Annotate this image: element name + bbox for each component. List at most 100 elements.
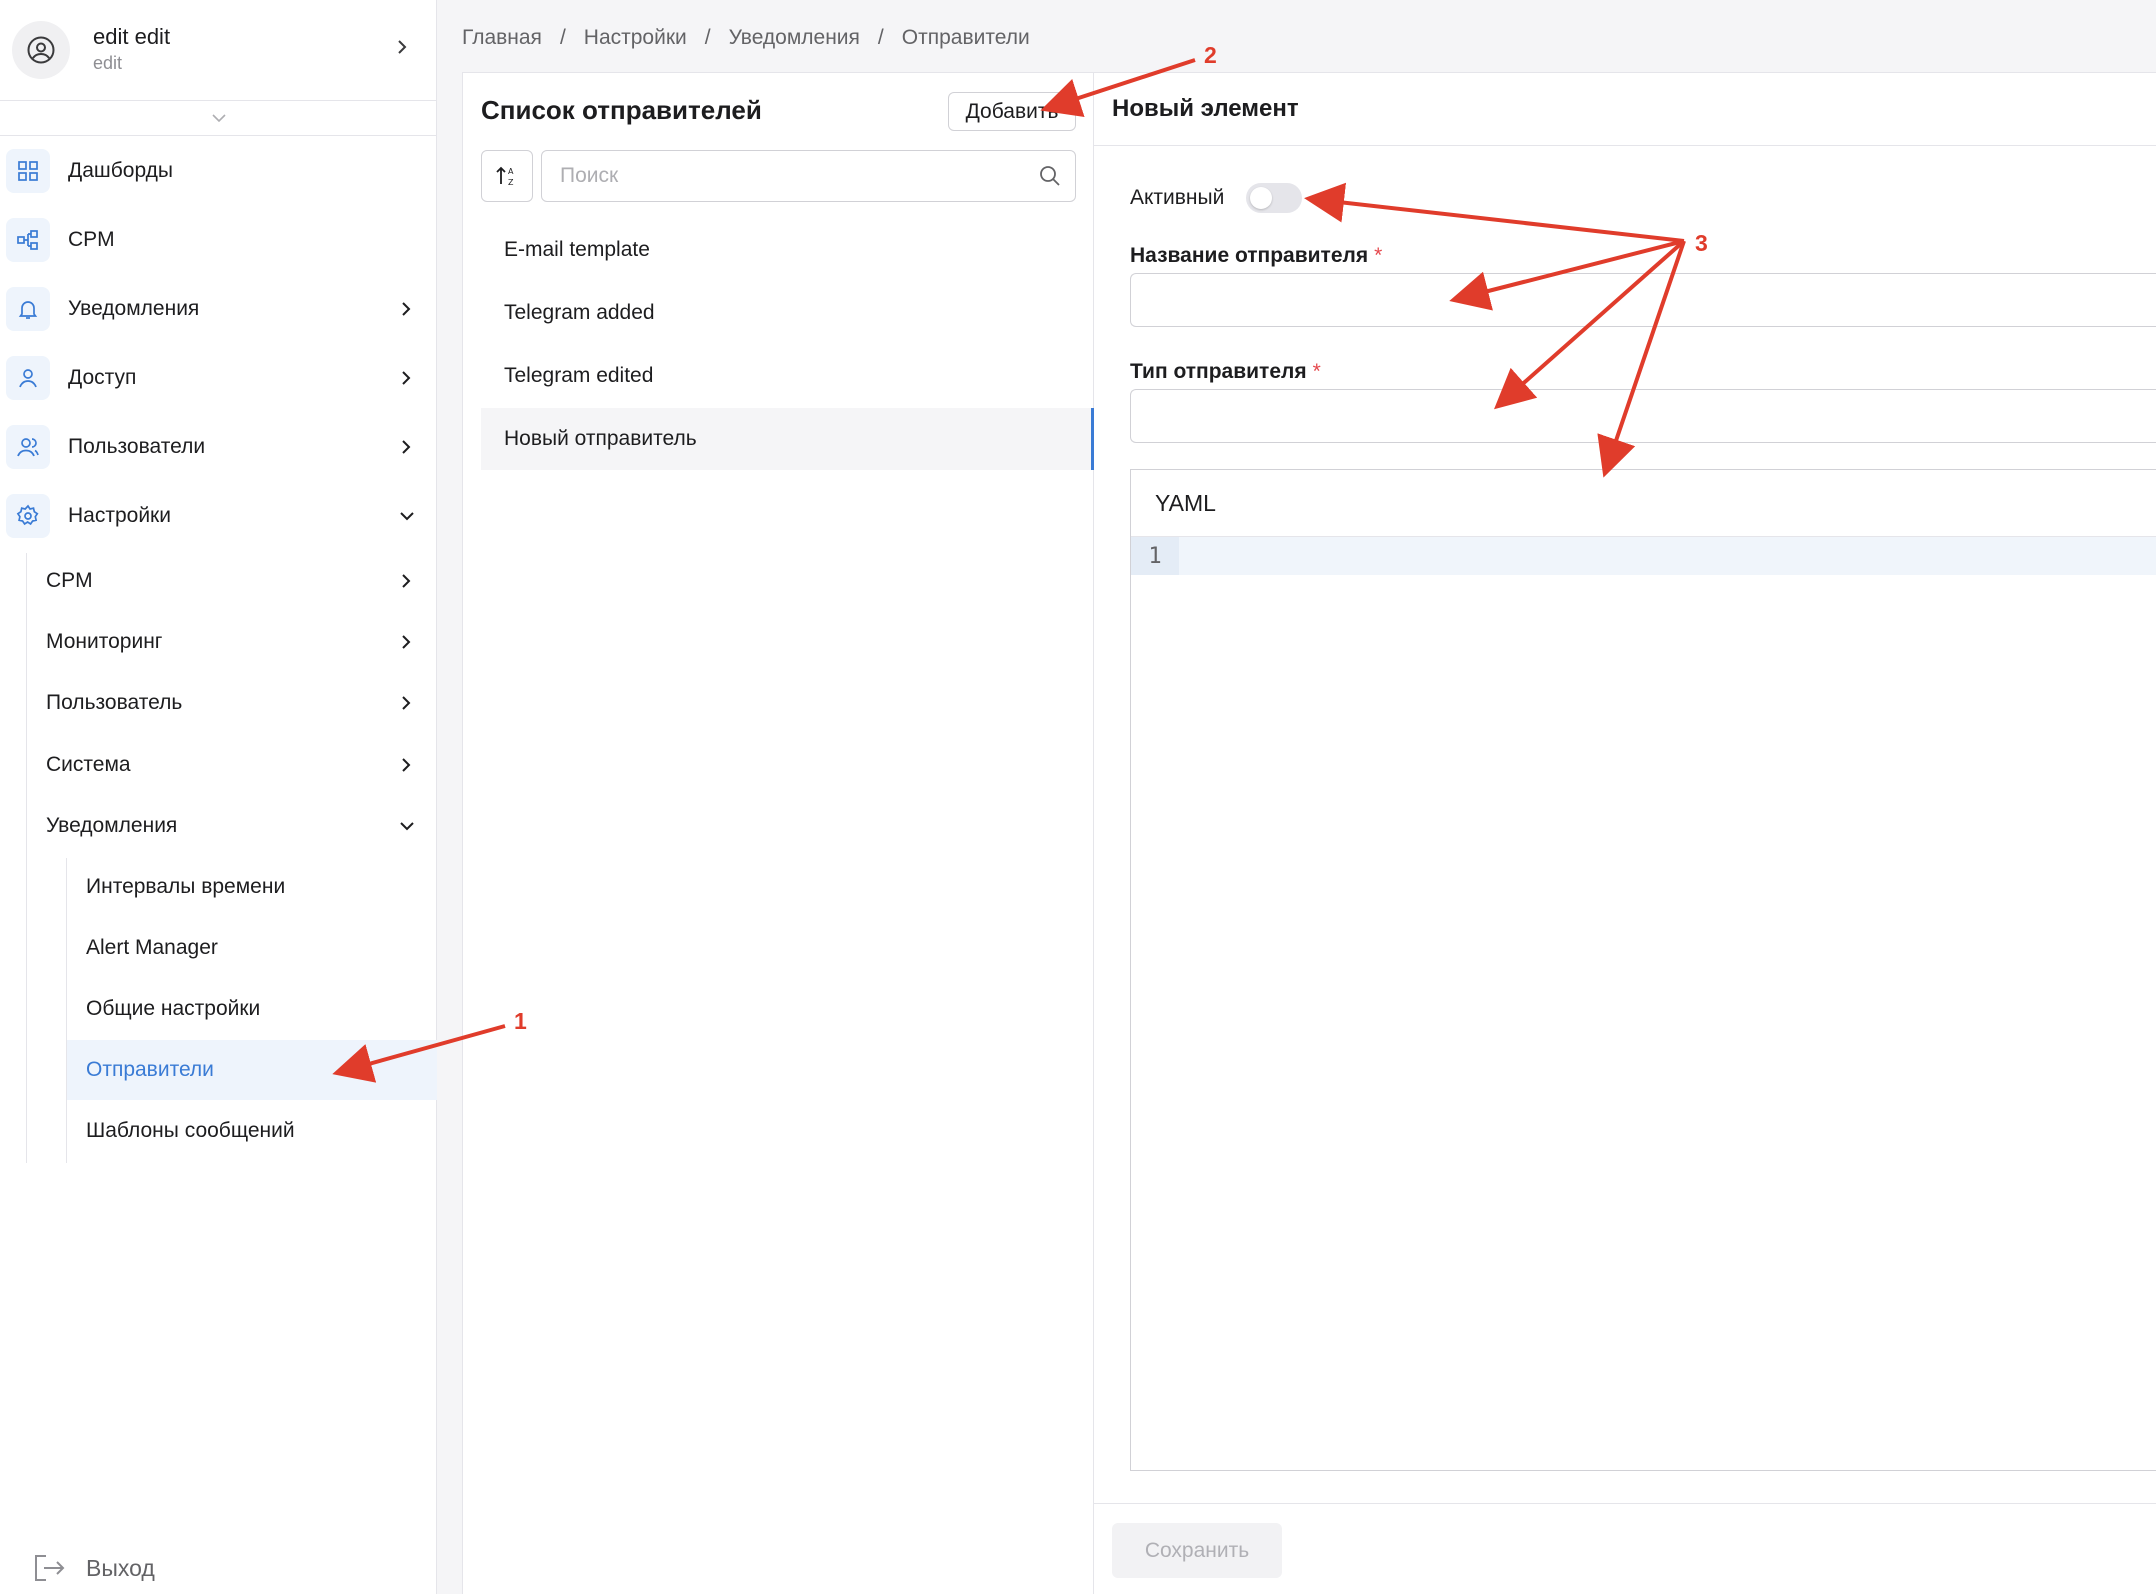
chevron-right-icon [402, 635, 411, 649]
sidebar-item-label: Настройки [68, 504, 171, 527]
list-item-label: E-mail template [504, 238, 650, 261]
avatar [12, 21, 70, 79]
user-icon [6, 356, 50, 400]
breadcrumb-separator: / [559, 26, 566, 49]
annotation-number-3: 3 [1695, 230, 1708, 256]
breadcrumb-separator: / [877, 26, 884, 49]
chevron-right-icon [402, 371, 411, 385]
sender-form-panel: Новый элемент Активный Название отправит… [1094, 72, 2156, 1594]
user-role: edit [93, 53, 123, 73]
list-item-label: Новый отправитель [504, 427, 697, 450]
active-toggle[interactable] [1246, 183, 1302, 213]
line-number: 1 [1131, 537, 1179, 575]
logout-icon [35, 1555, 65, 1581]
sidebar-subitem-message-templates[interactable]: Шаблоны сообщений [67, 1101, 437, 1161]
sidebar-subitem-label: Alert Manager [86, 936, 218, 959]
breadcrumb-item-settings[interactable]: Настройки [584, 26, 687, 50]
sidebar-subitem-user[interactable]: Пользователь [27, 673, 437, 733]
list-item[interactable]: Telegram added [481, 282, 1094, 344]
sidebar-subitem-time-intervals[interactable]: Интервалы времени [67, 857, 437, 917]
sidebar-subitem-senders[interactable]: Отправители [67, 1040, 437, 1100]
form-title: Новый элемент [1112, 95, 1299, 122]
sender-name-label: Название отправителя * [1130, 244, 1382, 268]
chevron-right-icon [402, 440, 411, 454]
form-header: Новый элемент [1094, 73, 2156, 146]
user-name: edit edit [93, 24, 171, 49]
breadcrumb-item-notifications[interactable]: Уведомления [729, 26, 860, 50]
user-profile[interactable]: edit edit edit [0, 0, 437, 101]
list-item[interactable]: Новый отправитель [481, 408, 1094, 470]
list-item[interactable]: E-mail template [481, 219, 1094, 281]
add-button[interactable]: Добавить [948, 92, 1076, 131]
sidebar-subitem-label: Уведомления [46, 814, 178, 837]
user-circle-icon [27, 36, 55, 64]
dashboard-icon [6, 149, 50, 193]
list-item-label: Telegram edited [504, 364, 654, 387]
sidebar-item-label: Пользователи [68, 435, 206, 458]
breadcrumb: Главная / Настройки / Уведомления / Отпр… [462, 26, 1030, 50]
network-icon [6, 218, 50, 262]
sender-name-input[interactable] [1130, 273, 2156, 327]
list-item[interactable]: Telegram edited [481, 345, 1094, 407]
sidebar-subitem-monitoring[interactable]: Мониторинг [27, 612, 437, 672]
sidebar-subitem-system[interactable]: Система [27, 735, 437, 795]
sort-az-icon: A Z [496, 166, 514, 187]
sidebar-item-users[interactable]: Пользователи [0, 416, 437, 478]
list-item-label: Telegram added [504, 301, 655, 324]
required-mark: * [1374, 244, 1383, 267]
breadcrumb-separator: / [704, 26, 711, 49]
chevron-down-icon [400, 822, 414, 831]
form-footer-divider [1094, 1503, 2156, 1504]
save-button[interactable]: Сохранить [1112, 1523, 1282, 1578]
sender-type-label: Тип отправителя * [1130, 360, 1321, 384]
sender-name-label-text: Название отправителя [1130, 244, 1369, 267]
collapse-toggle[interactable] [0, 101, 437, 136]
chevron-right-icon [402, 758, 411, 772]
editor-title: YAML [1155, 490, 1216, 516]
sidebar-item-access[interactable]: Доступ [0, 347, 437, 409]
sidebar-subitem-label: Отправители [86, 1058, 214, 1081]
yaml-editor[interactable]: YAML 1 [1130, 469, 2156, 1471]
sidebar-subitem-cpm[interactable]: CPM [27, 551, 437, 611]
svg-text:Z: Z [508, 178, 514, 187]
editor-active-line[interactable]: 1 [1131, 537, 2156, 575]
annotation-number-1: 1 [514, 1008, 527, 1034]
active-toggle-label: Активный [1130, 186, 1225, 209]
search-icon[interactable] [1038, 164, 1062, 188]
sidebar-item-settings[interactable]: Настройки [0, 485, 437, 547]
sidebar-item-notifications[interactable]: Уведомления [0, 278, 437, 340]
chevron-right-icon[interactable] [392, 36, 412, 58]
logout-label: Выход [86, 1554, 155, 1581]
chevron-right-icon [402, 302, 411, 316]
search-field [541, 150, 1076, 202]
sidebar-subitem-notifications[interactable]: Уведомления [27, 796, 437, 856]
senders-list-panel: Список отправителей Добавить A Z E-mail … [462, 72, 1094, 1594]
sidebar-subitem-label: Общие настройки [86, 997, 261, 1020]
search-input[interactable] [560, 151, 1030, 201]
logout-button[interactable]: Выход [32, 1550, 155, 1586]
sender-type-select[interactable] [1130, 389, 2156, 443]
breadcrumb-item-home[interactable]: Главная [462, 26, 542, 50]
sidebar-subitem-general-settings[interactable]: Общие настройки [67, 979, 437, 1039]
sidebar-item-label: Уведомления [68, 297, 200, 320]
sidebar-subitem-label: Интервалы времени [86, 875, 286, 898]
svg-text:A: A [508, 167, 514, 176]
editor-header: YAML [1131, 470, 2156, 537]
sidebar-subitem-label: Система [46, 753, 131, 776]
sidebar-subitem-alert-manager[interactable]: Alert Manager [67, 918, 437, 978]
chevron-right-icon [402, 574, 411, 588]
sidebar-item-cpm[interactable]: CPM [0, 209, 437, 271]
sidebar: edit edit edit Дашборды CPM Уведомления … [0, 0, 437, 1594]
sidebar-subitem-label: Шаблоны сообщений [86, 1119, 295, 1142]
sidebar-subitem-label: Мониторинг [46, 630, 163, 653]
sidebar-subitem-label: Пользователь [46, 691, 183, 714]
sidebar-item-dashboards[interactable]: Дашборды [0, 140, 437, 202]
chevron-right-icon [402, 696, 411, 710]
annotation-number-2: 2 [1204, 42, 1217, 68]
chevron-down-icon [400, 512, 414, 521]
sender-type-label-text: Тип отправителя [1130, 360, 1307, 383]
sidebar-item-label: Доступ [68, 366, 137, 389]
sort-button[interactable]: A Z [481, 150, 533, 202]
list-title: Список отправителей [481, 95, 762, 125]
sidebar-item-label: Дашборды [68, 159, 173, 182]
